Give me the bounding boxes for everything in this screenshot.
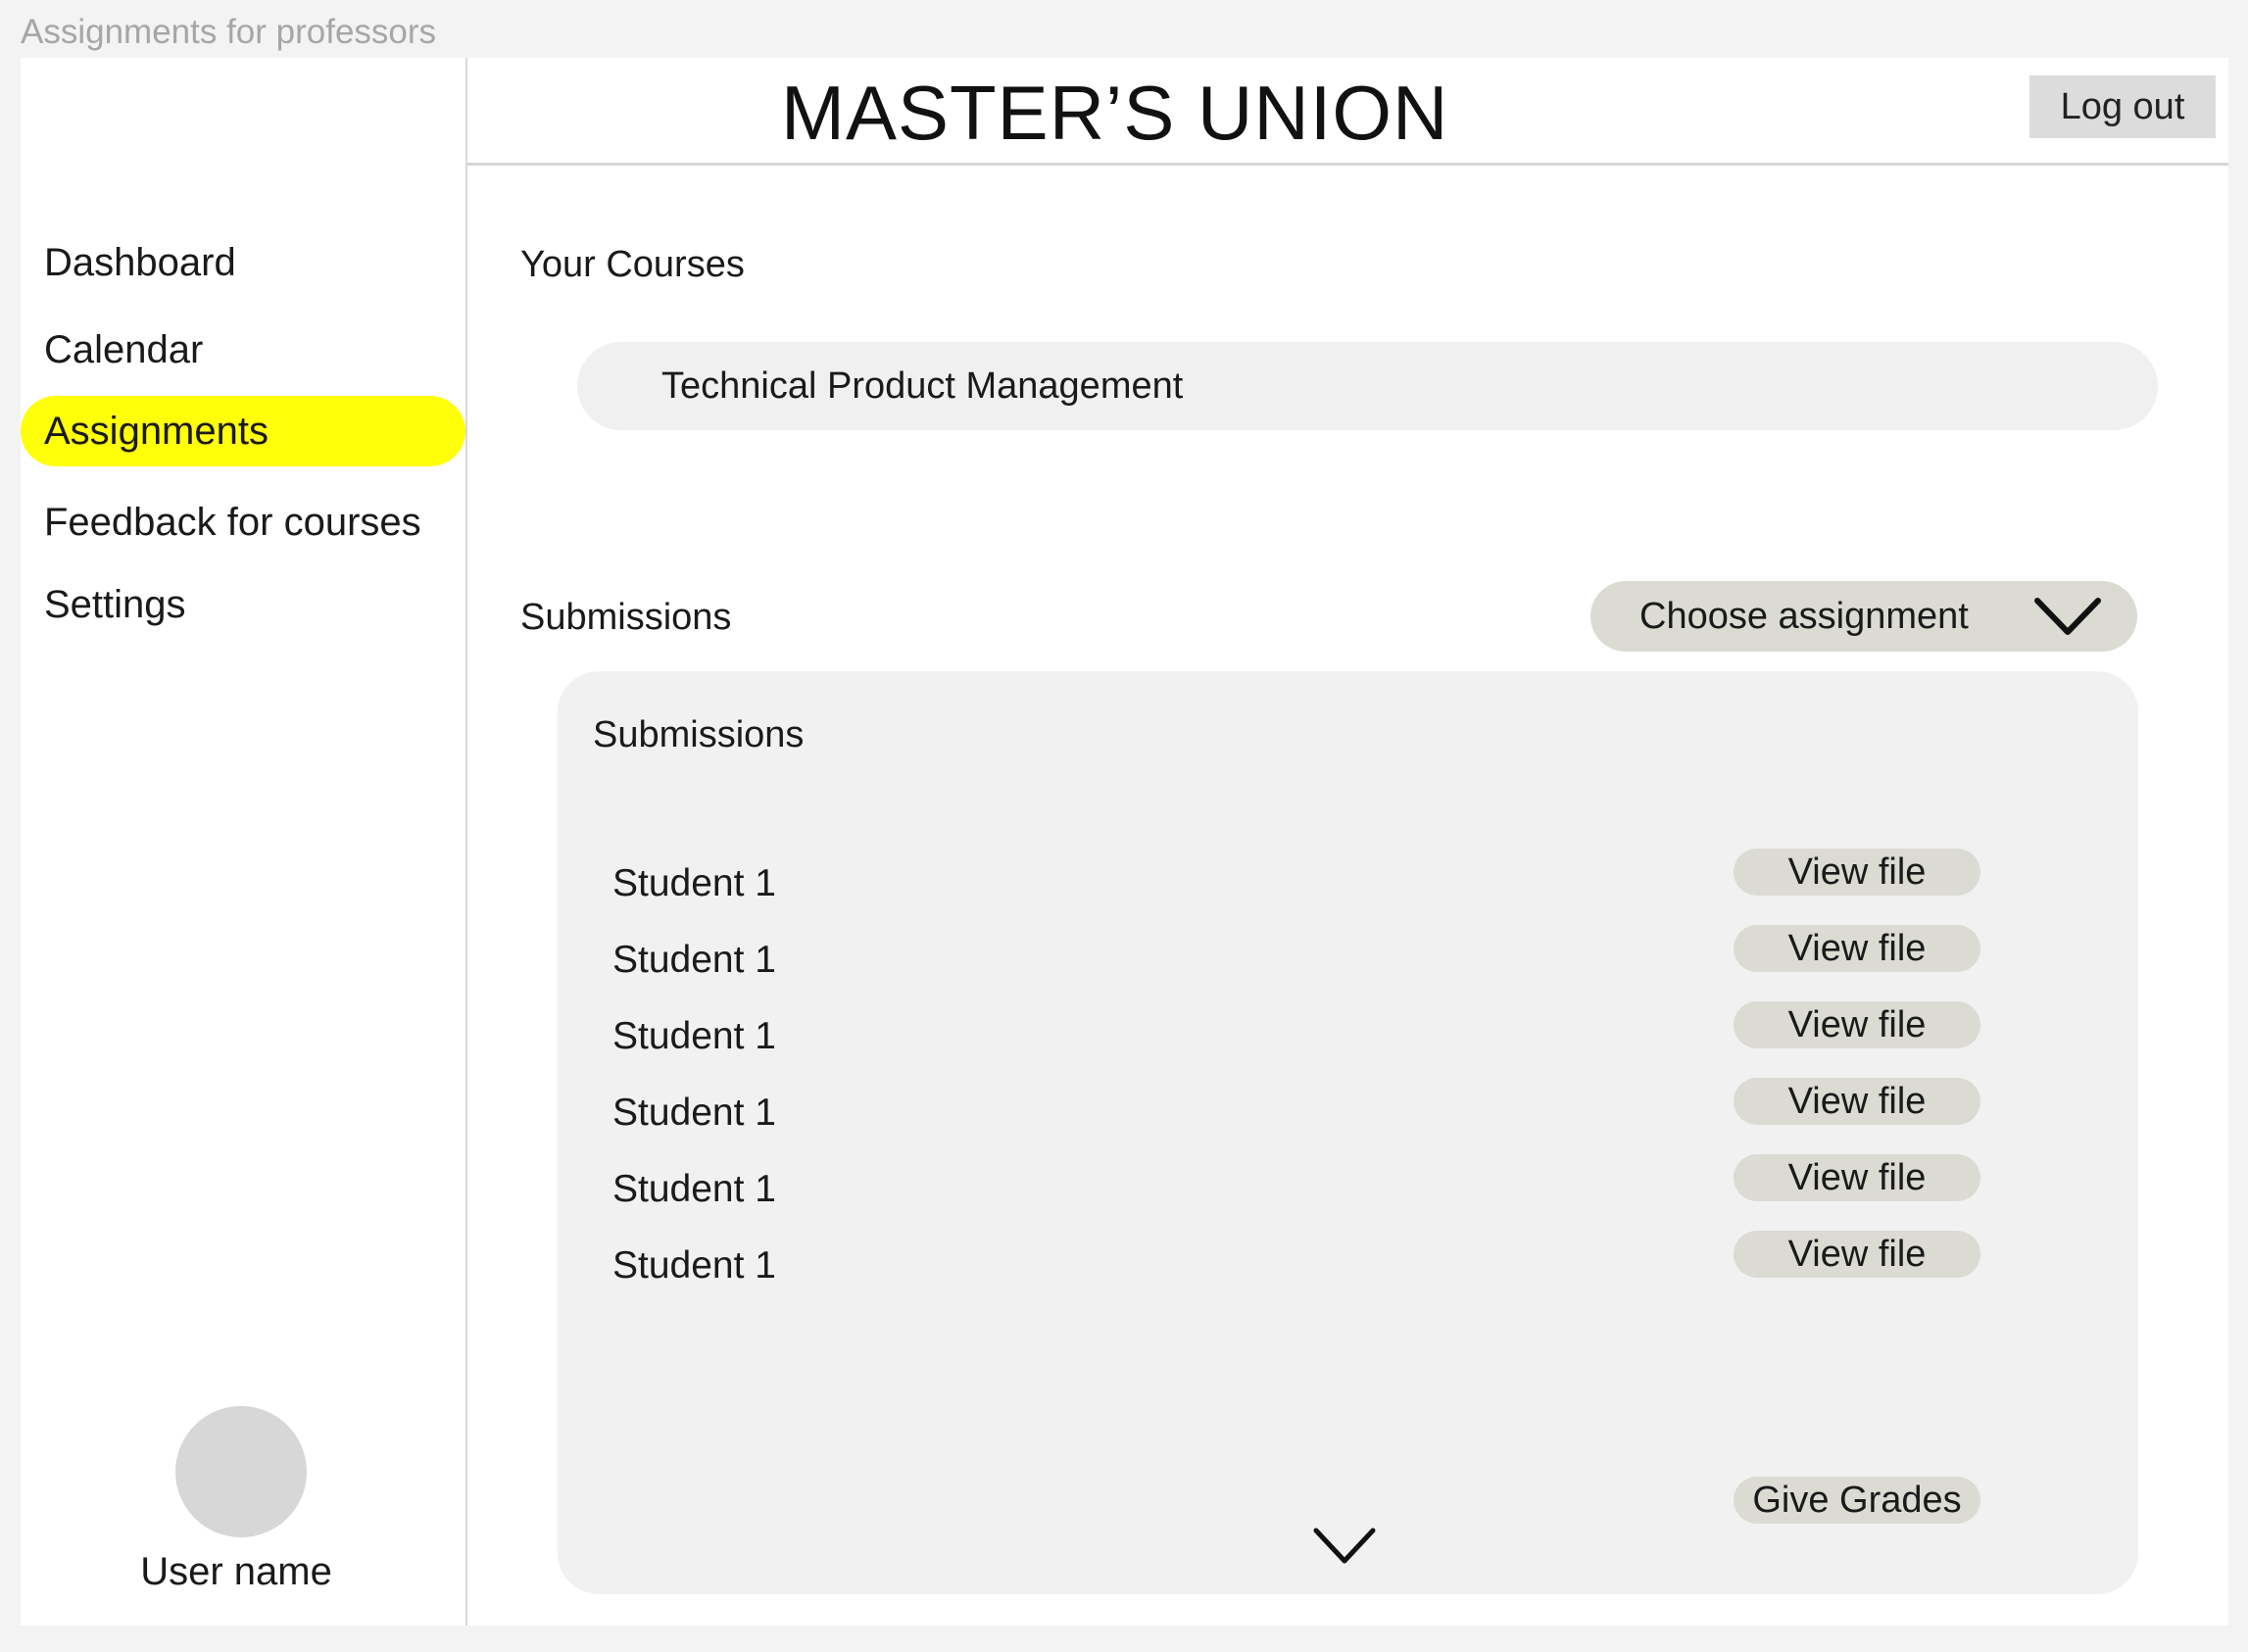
sidebar-item-label: Settings: [44, 582, 186, 626]
student-name: Student 1: [612, 1168, 776, 1210]
panel-title: Submissions: [593, 714, 805, 755]
view-file-button[interactable]: View file: [1734, 849, 1980, 896]
student-name: Student 1: [612, 1092, 776, 1134]
sidebar-item-settings[interactable]: Settings: [21, 569, 465, 640]
sidebar-item-label: Calendar: [44, 327, 204, 371]
view-file-button[interactable]: View file: [1734, 1001, 1980, 1048]
sidebar-item-label: Feedback for courses: [44, 500, 421, 544]
view-file-button[interactable]: View file: [1734, 1078, 1980, 1125]
table-row: Student 1 View file: [558, 849, 2138, 919]
sidebar-item-assignments[interactable]: Assignments: [21, 396, 465, 466]
logout-button[interactable]: Log out: [2029, 75, 2216, 138]
course-item[interactable]: Technical Product Management: [577, 342, 2158, 430]
student-name: Student 1: [612, 862, 776, 904]
table-row: Student 1 View file: [558, 1078, 2138, 1148]
view-file-button[interactable]: View file: [1734, 1231, 1980, 1278]
choose-assignment-label: Choose assignment: [1639, 595, 1969, 637]
student-name: Student 1: [612, 1015, 776, 1057]
frame-title: Assignments for professors: [21, 13, 437, 51]
user-name: User name: [140, 1550, 332, 1593]
view-file-button[interactable]: View file: [1734, 1154, 1980, 1201]
sidebar: Dashboard Calendar Assignments Feedback …: [21, 58, 467, 1626]
give-grades-button[interactable]: Give Grades: [1734, 1477, 1980, 1524]
table-row: Student 1 View file: [558, 1001, 2138, 1072]
header: MASTER’S UNION Log out: [467, 58, 2228, 166]
student-name: Student 1: [612, 1244, 776, 1287]
app-window: Dashboard Calendar Assignments Feedback …: [21, 58, 2228, 1626]
brand-title: MASTER’S UNION: [781, 70, 1449, 156]
sidebar-item-calendar[interactable]: Calendar: [21, 315, 465, 385]
student-name: Student 1: [612, 939, 776, 981]
sidebar-item-label: Assignments: [44, 409, 269, 453]
submissions-panel: Submissions Student 1 View file Student …: [558, 671, 2138, 1594]
submissions-label: Submissions: [520, 597, 732, 638]
sidebar-item-feedback-for-courses[interactable]: Feedback for courses: [21, 487, 465, 558]
sidebar-item-dashboard[interactable]: Dashboard: [21, 227, 465, 298]
view-file-button[interactable]: View file: [1734, 925, 1980, 972]
table-row: Student 1 View file: [558, 1154, 2138, 1225]
chevron-down-icon[interactable]: [1312, 1526, 1377, 1567]
chevron-down-icon: [2034, 598, 2101, 635]
choose-assignment-dropdown[interactable]: Choose assignment: [1590, 581, 2137, 652]
table-row: Student 1 View file: [558, 1231, 2138, 1301]
main-content: MASTER’S UNION Log out Your Courses Tech…: [467, 58, 2228, 1626]
table-row: Student 1 View file: [558, 925, 2138, 996]
course-name: Technical Product Management: [661, 364, 1184, 407]
sidebar-item-label: Dashboard: [44, 240, 236, 284]
avatar[interactable]: [175, 1406, 307, 1537]
courses-label: Your Courses: [520, 244, 745, 285]
